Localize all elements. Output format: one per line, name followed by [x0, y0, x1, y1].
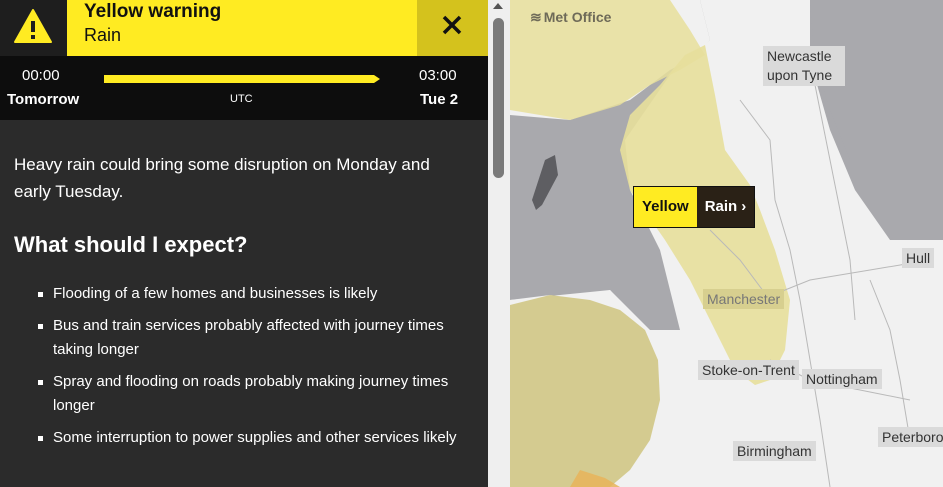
warning-type: Rain: [84, 25, 122, 45]
warning-level-label: Yellow: [634, 187, 697, 227]
expect-heading: What should I expect?: [14, 232, 248, 257]
start-day: Tomorrow: [7, 91, 80, 108]
start-time: 00:00: [22, 67, 60, 84]
city-label-stoke-on-trent: Stoke-on-Trent: [698, 360, 799, 380]
bullet-icon: [38, 292, 43, 297]
timezone-label: UTC: [230, 93, 253, 105]
impacts-list: Flooding of a few homes and businesses i…: [38, 282, 458, 458]
chevron-right-icon: ›: [741, 198, 747, 215]
met-office-logo: ≋ Met Office: [530, 9, 612, 25]
list-item: Bus and train services probably affected…: [38, 314, 458, 362]
scroll-up-arrow-icon[interactable]: [493, 3, 503, 9]
list-item: Flooding of a few homes and businesses i…: [38, 282, 458, 306]
city-label-newcastle: Newcastle upon Tyne: [763, 46, 845, 86]
warning-map-label[interactable]: Yellow Rain ›: [633, 186, 756, 228]
met-office-logo-icon: ≋: [530, 9, 542, 25]
timeline-bar: [104, 75, 380, 83]
map-canvas[interactable]: [510, 0, 943, 487]
warning-panel: Yellow warning Rain 00:00 Tomorrow UTC 0…: [0, 0, 488, 487]
list-item: Some interruption to power supplies and …: [38, 426, 458, 450]
city-label-manchester: Manchester: [703, 289, 785, 309]
warning-triangle-icon: [14, 9, 52, 43]
warning-type-label: Rain ›: [696, 187, 755, 227]
city-label-birmingham: Birmingham: [733, 441, 816, 461]
warning-timeline: 00:00 Tomorrow UTC 03:00 Tue 2: [0, 56, 488, 120]
bullet-icon: [38, 380, 43, 385]
warning-summary: Heavy rain could bring some disruption o…: [14, 155, 430, 201]
close-icon[interactable]: [442, 15, 462, 35]
list-item: Spray and flooding on roads probably mak…: [38, 370, 458, 418]
warning-map[interactable]: ≋ Met Office Newcastle upon Tyne Hull Man…: [510, 0, 943, 487]
scroll-thumb[interactable]: [493, 18, 504, 178]
end-day: Tue 2: [420, 91, 459, 108]
city-label-hull: Hull: [902, 248, 935, 268]
close-button[interactable]: [417, 0, 488, 56]
end-time: 03:00: [419, 67, 457, 84]
warning-details: Heavy rain could bring some disruption o…: [0, 120, 488, 487]
city-label-peterborough: Peterboro: [878, 427, 943, 447]
city-label-nottingham: Nottingham: [802, 369, 882, 389]
panel-scrollbar[interactable]: [488, 0, 510, 487]
bullet-icon: [38, 436, 43, 441]
warning-title: Yellow warning: [84, 1, 222, 22]
bullet-icon: [38, 324, 43, 329]
warning-icon-box: [0, 0, 67, 56]
warning-header: Yellow warning Rain: [0, 0, 488, 56]
